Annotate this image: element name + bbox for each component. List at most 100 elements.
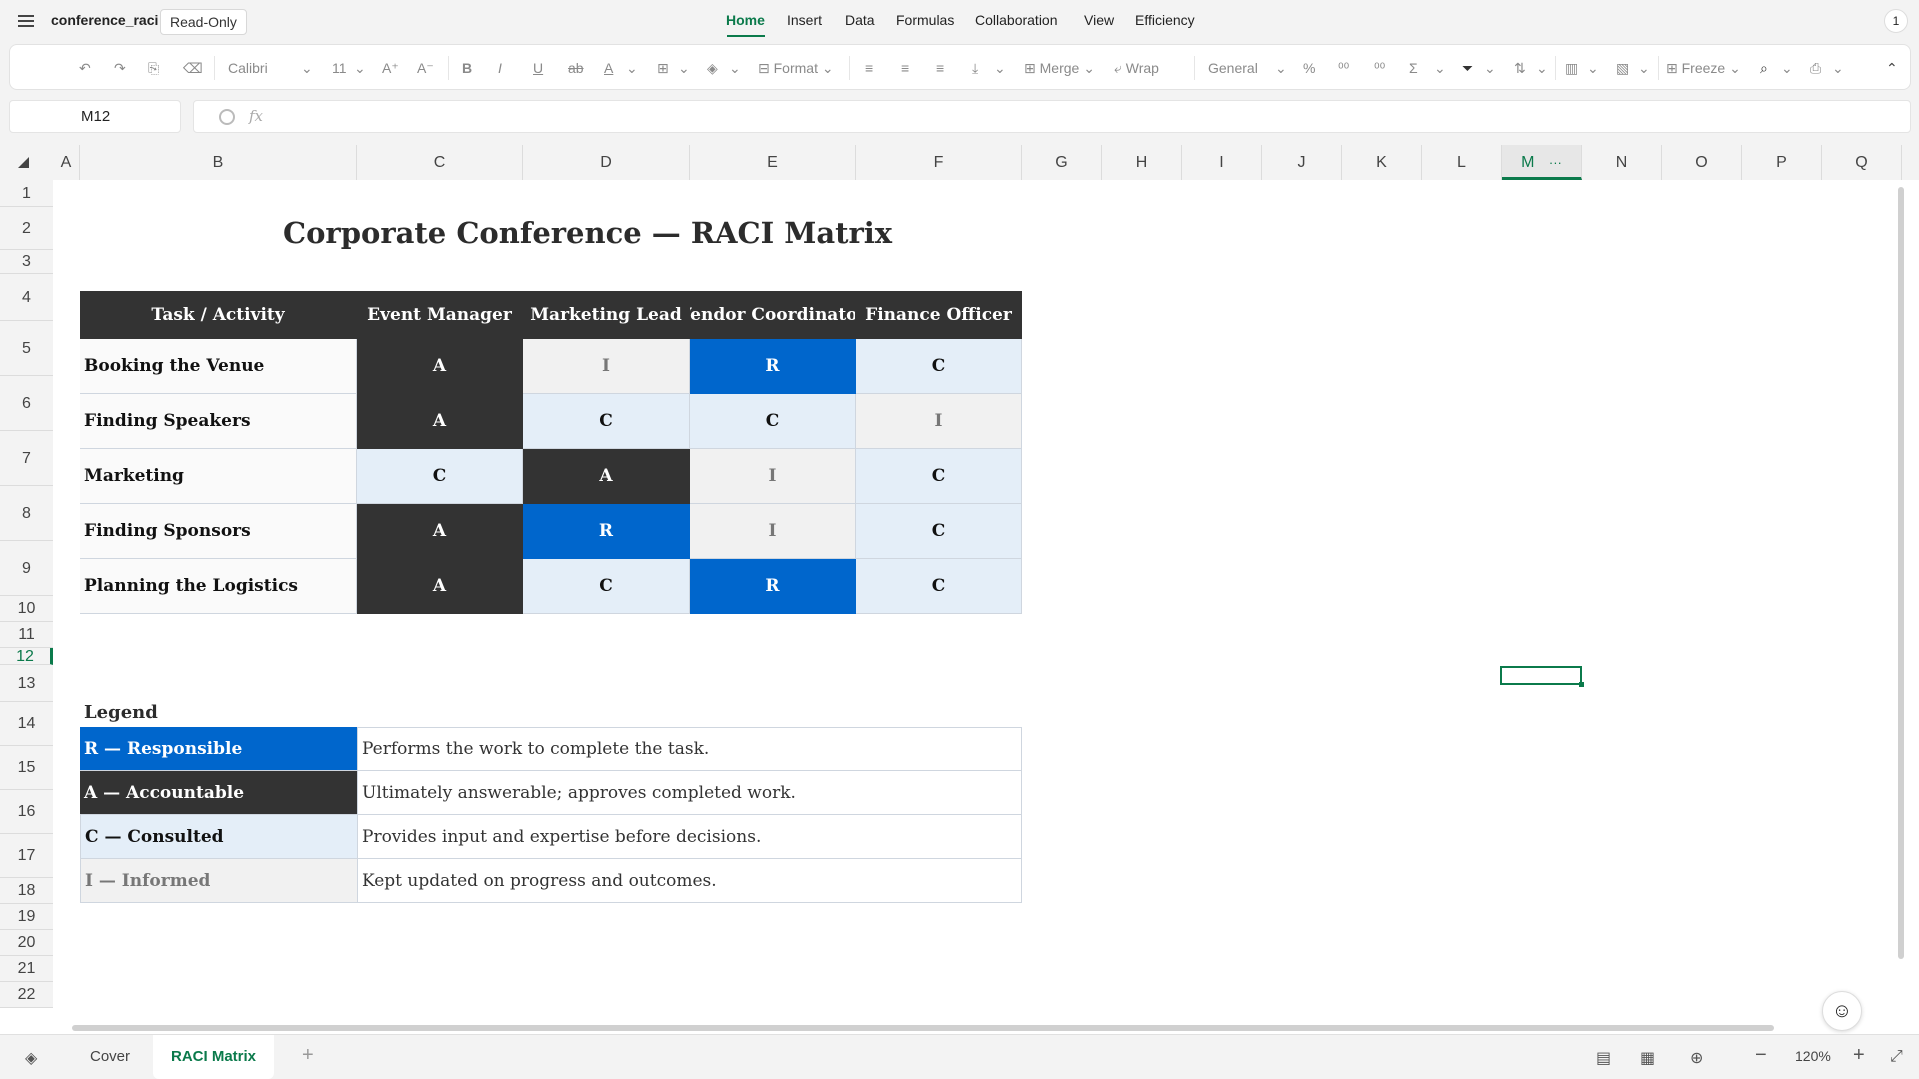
raci-cell[interactable]: R <box>690 339 856 394</box>
horizontal-scrollbar[interactable] <box>72 1025 1774 1031</box>
chevron-down-icon[interactable]: ⌄ <box>1434 58 1446 78</box>
chevron-down-icon[interactable]: ⌄ <box>994 58 1006 78</box>
menu-efficiency[interactable]: Efficiency <box>1135 12 1195 28</box>
legend-key-accountable[interactable]: A — Accountable <box>80 771 357 815</box>
raci-cell[interactable]: C <box>690 394 856 449</box>
vertical-scrollbar[interactable] <box>1898 187 1904 959</box>
raci-cell[interactable]: C <box>523 559 690 614</box>
task-cell[interactable]: Finding Speakers <box>80 394 357 449</box>
collapse-toolbar-icon[interactable]: ⌃ <box>1886 58 1898 78</box>
comment-view-icon[interactable]: ▦ <box>1640 1048 1655 1068</box>
zoom-in-icon[interactable]: + <box>1853 1044 1865 1067</box>
font-size-select[interactable]: 11 <box>332 58 347 78</box>
sort-icon[interactable]: ⇅ <box>1514 58 1526 78</box>
redo-icon[interactable]: ↷ <box>114 58 126 78</box>
column-header-d[interactable]: D <box>523 145 690 180</box>
row-header-17[interactable]: 17 <box>0 834 53 878</box>
increase-font-icon[interactable]: A⁺ <box>382 58 399 78</box>
column-header-e[interactable]: E <box>690 145 856 180</box>
menu-data[interactable]: Data <box>845 12 875 28</box>
row-header-6[interactable]: 6 <box>0 376 53 431</box>
zoom-lens-icon[interactable] <box>219 109 235 125</box>
chevron-down-icon[interactable]: ⌄ <box>1832 58 1844 78</box>
legend-title[interactable]: Legend <box>84 702 158 723</box>
header-event-manager[interactable]: Event Manager <box>357 291 523 339</box>
chevron-down-icon[interactable]: ⌄ <box>1587 58 1599 78</box>
zoom-out-icon[interactable]: − <box>1755 1044 1767 1067</box>
menu-insert[interactable]: Insert <box>787 12 822 28</box>
menu-home[interactable]: Home <box>726 12 765 28</box>
spreadsheet-grid[interactable]: A B C D E F G H I J K L M ··· N O P Q 1 … <box>0 145 1919 1034</box>
chevron-down-icon[interactable]: ⌄ <box>1638 58 1650 78</box>
image-icon[interactable]: ▧ <box>1616 58 1629 78</box>
percent-format-button[interactable]: % <box>1303 58 1315 78</box>
menu-formulas[interactable]: Formulas <box>896 12 954 28</box>
column-header-b[interactable]: B <box>80 145 357 180</box>
task-cell[interactable]: Booking the Venue <box>80 339 357 394</box>
chevron-down-icon[interactable]: ⌄ <box>729 58 741 78</box>
hamburger-menu-icon[interactable] <box>18 12 34 30</box>
chevron-down-icon[interactable]: ⌄ <box>626 58 638 78</box>
legend-key-informed[interactable]: I — Informed <box>80 859 357 903</box>
raci-cell[interactable]: R <box>690 559 856 614</box>
undo-icon[interactable]: ↶ <box>79 58 91 78</box>
column-header-a[interactable]: A <box>53 145 80 180</box>
format-button[interactable]: ⊟ Format ⌄ <box>758 58 834 78</box>
legend-desc-responsible[interactable]: Performs the work to complete the task. <box>357 727 1022 771</box>
row-header-13[interactable]: 13 <box>0 665 53 702</box>
column-header-l[interactable]: L <box>1422 145 1502 180</box>
column-header-k[interactable]: K <box>1342 145 1422 180</box>
chevron-down-icon[interactable]: ⌄ <box>301 58 313 78</box>
chart-icon[interactable]: ▥ <box>1565 58 1578 78</box>
decrease-font-icon[interactable]: A⁻ <box>417 58 434 78</box>
column-header-g[interactable]: G <box>1022 145 1102 180</box>
header-vendor-coordinator[interactable]: Vendor Coordinator <box>690 291 856 339</box>
fullscreen-icon[interactable]: ⤢ <box>1890 1048 1903 1066</box>
merge-button[interactable]: ⊞ Merge ⌄ <box>1024 58 1095 78</box>
header-marketing-lead[interactable]: Marketing Lead <box>523 291 690 339</box>
raci-cell[interactable]: A <box>523 449 690 504</box>
row-header-2[interactable]: 2 <box>0 207 53 250</box>
italic-icon[interactable]: I <box>498 58 502 78</box>
column-more-icon[interactable]: ··· <box>1549 155 1562 170</box>
add-sheet-icon[interactable]: + <box>302 1044 314 1067</box>
underline-icon[interactable]: U <box>533 58 543 78</box>
raci-cell[interactable]: I <box>856 394 1022 449</box>
search-icon[interactable]: ⌕ <box>1760 58 1768 78</box>
column-header-f[interactable]: F <box>856 145 1022 180</box>
decrease-decimal-icon[interactable]: ⁰⁰ <box>1338 58 1349 78</box>
eraser-icon[interactable]: ⌫ <box>183 58 203 78</box>
selected-cell-m12[interactable] <box>1500 666 1584 687</box>
raci-cell[interactable]: A <box>357 559 523 614</box>
row-header-8[interactable]: 8 <box>0 486 53 541</box>
row-header-1[interactable]: 1 <box>0 180 53 207</box>
chevron-down-icon[interactable]: ⌄ <box>678 58 690 78</box>
select-all-icon[interactable] <box>18 157 29 168</box>
formula-input[interactable]: fx <box>193 100 1911 133</box>
sum-icon[interactable]: Σ <box>1409 58 1418 78</box>
column-header-n[interactable]: N <box>1582 145 1662 180</box>
font-color-icon[interactable]: A <box>604 58 613 78</box>
legend-desc-accountable[interactable]: Ultimately answerable; approves complete… <box>357 771 1022 815</box>
fill-color-icon[interactable]: ◈ <box>707 58 718 78</box>
sheet-tab-cover[interactable]: Cover <box>72 1035 148 1079</box>
row-header-5[interactable]: 5 <box>0 321 53 376</box>
row-header-11[interactable]: 11 <box>0 622 53 648</box>
task-cell[interactable]: Planning the Logistics <box>80 559 357 614</box>
document-name[interactable]: conference_raci <box>51 12 158 28</box>
paste-format-icon[interactable]: ⎘ <box>148 58 159 78</box>
raci-cell[interactable]: C <box>856 449 1022 504</box>
page-view-icon[interactable]: ▤ <box>1596 1048 1611 1068</box>
chevron-down-icon[interactable]: ⌄ <box>1536 58 1548 78</box>
chevron-down-icon[interactable]: ⌄ <box>1484 58 1496 78</box>
legend-desc-consulted[interactable]: Provides input and expertise before deci… <box>357 815 1022 859</box>
row-header-20[interactable]: 20 <box>0 930 53 956</box>
raci-cell[interactable]: A <box>357 394 523 449</box>
row-header-3[interactable]: 3 <box>0 250 53 274</box>
column-header-i[interactable]: I <box>1182 145 1262 180</box>
row-header-16[interactable]: 16 <box>0 790 53 834</box>
menu-collaboration[interactable]: Collaboration <box>975 12 1058 28</box>
row-header-22[interactable]: 22 <box>0 982 53 1008</box>
header-task[interactable]: Task / Activity <box>80 291 357 339</box>
raci-cell[interactable]: A <box>357 339 523 394</box>
